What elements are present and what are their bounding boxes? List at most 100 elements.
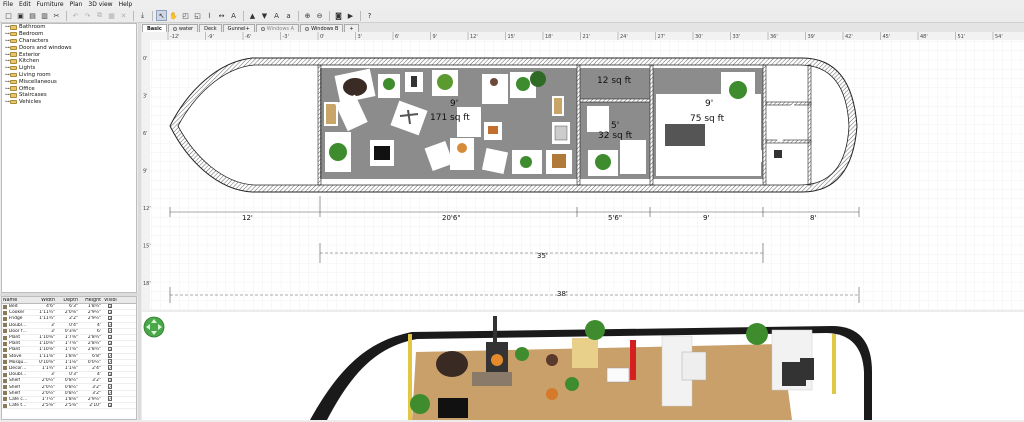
tab-water[interactable]: water: [167, 24, 199, 32]
visible-checkbox[interactable]: ✓: [107, 402, 113, 408]
sink[interactable]: [587, 106, 609, 132]
character[interactable]: [472, 372, 512, 386]
plant[interactable]: [515, 347, 529, 361]
menu-3d-view[interactable]: 3D view: [88, 1, 112, 8]
wall[interactable]: [649, 64, 654, 186]
visible-checkbox[interactable]: ✓: [107, 384, 113, 389]
catalog-category[interactable]: ⊶ Exterior: [2, 51, 136, 58]
zoom-in-icon[interactable]: ⊕: [302, 10, 313, 21]
3d-view[interactable]: [142, 312, 1024, 420]
tab-deck[interactable]: Deck: [199, 24, 222, 32]
wall[interactable]: [579, 98, 651, 103]
wall[interactable]: [576, 64, 581, 186]
visible-checkbox[interactable]: ✓: [107, 390, 113, 395]
column-header-name[interactable]: Name: [2, 298, 34, 303]
wall[interactable]: [765, 101, 812, 106]
increase-text-icon[interactable]: A: [271, 10, 282, 21]
vertical-splitter[interactable]: [138, 23, 141, 420]
tab-gunnel[interactable]: Gunnel+: [222, 24, 255, 32]
catalog-category[interactable]: ⊶ Bathroom: [2, 24, 136, 31]
create-video-icon[interactable]: ▶: [345, 10, 356, 21]
catalog-category[interactable]: ⊶ Miscellaneous: [2, 78, 136, 85]
add-level-button[interactable]: +: [344, 24, 359, 32]
cut-icon[interactable]: ✂: [51, 10, 62, 21]
visible-checkbox[interactable]: ✓: [107, 377, 113, 383]
visible-checkbox[interactable]: ✓: [107, 322, 113, 327]
create-rooms-icon[interactable]: ◱: [192, 10, 203, 21]
select-mode-icon[interactable]: ↖: [156, 10, 167, 21]
paste-icon[interactable]: ▦: [106, 10, 117, 21]
visible-checkbox[interactable]: ✓: [107, 396, 113, 401]
tab-windows-a[interactable]: Windows A: [255, 24, 300, 32]
visible-checkbox[interactable]: ✓: [107, 359, 113, 364]
copy-icon[interactable]: ⧉: [94, 10, 105, 21]
pan-mode-icon[interactable]: ✋: [168, 10, 179, 21]
delete-icon[interactable]: ✕: [118, 10, 129, 21]
cafe-table[interactable]: [546, 388, 558, 400]
menu-edit[interactable]: Edit: [19, 1, 31, 8]
shower[interactable]: [681, 351, 707, 381]
furniture-catalog-tree[interactable]: ⊶ Bathroom ⊶ Bedroom ⊶ Characters ⊶ Doors an…: [1, 23, 137, 293]
plant[interactable]: [565, 377, 579, 391]
visible-checkbox[interactable]: ✓: [107, 328, 113, 333]
chair[interactable]: [800, 358, 814, 380]
create-dimensions-icon[interactable]: ↔: [216, 10, 227, 21]
3d-canvas[interactable]: [142, 312, 1024, 420]
add-text-icon[interactable]: A: [228, 10, 239, 21]
save-as-icon[interactable]: ▥: [39, 10, 50, 21]
plan-canvas[interactable]: -12' -9' -6' -3' 0' 3' 6' 9' 12' 15' 18' 21' 24' 27' 3…: [142, 32, 1024, 310]
menu-plan[interactable]: Plan: [70, 1, 83, 8]
shower[interactable]: [620, 140, 646, 174]
column-header-depth[interactable]: Depth: [57, 298, 80, 303]
cafe-table[interactable]: [450, 138, 474, 170]
catalog-category[interactable]: ⊶ Living room: [2, 72, 136, 79]
visible-checkbox[interactable]: ✓: [107, 365, 113, 370]
column-header-visible[interactable]: Visible: [103, 298, 117, 303]
decrease-text-icon[interactable]: a: [283, 10, 294, 21]
armchair[interactable]: [436, 351, 468, 377]
visible-checkbox[interactable]: ✓: [107, 346, 113, 352]
open-icon[interactable]: ▣: [15, 10, 26, 21]
table-row[interactable]: Cafe t… 2'5⅜" 2'5⅜" 2'10" ✓: [2, 402, 136, 410]
plant[interactable]: [585, 320, 605, 340]
shelf[interactable]: [572, 338, 598, 368]
tab-windows-b[interactable]: Windows B: [300, 24, 344, 32]
text-italic-icon[interactable]: ▼: [259, 10, 270, 21]
plant[interactable]: [410, 394, 430, 414]
visible-checkbox[interactable]: ✓: [107, 353, 113, 358]
column-header-width[interactable]: Width: [34, 298, 57, 303]
new-home-icon[interactable]: □: [3, 10, 14, 21]
visible-checkbox[interactable]: ✓: [107, 340, 113, 346]
plant[interactable]: [746, 323, 768, 345]
visible-checkbox[interactable]: ✓: [107, 371, 113, 377]
wall[interactable]: [762, 64, 767, 186]
create-polylines-icon[interactable]: ⌇: [204, 10, 215, 21]
create-walls-icon[interactable]: ◰: [180, 10, 191, 21]
catalog-category[interactable]: ⊶ Lights: [2, 65, 136, 72]
cooker[interactable]: [606, 367, 630, 383]
tab-basic[interactable]: Basic: [142, 24, 167, 32]
furniture-table[interactable]: Name Width Depth Height Visible Bed 4'6" 6…: [1, 296, 137, 420]
navigation-arrows-icon[interactable]: [143, 316, 165, 338]
catalog-category[interactable]: ⊶ Doors and windows: [2, 44, 136, 51]
menu-file[interactable]: File: [3, 1, 13, 8]
character[interactable]: [546, 354, 558, 366]
catalog-category[interactable]: ⊶ Kitchen: [2, 58, 136, 65]
wall[interactable]: [317, 64, 322, 186]
catalog-category[interactable]: ⊶ Staircases: [2, 92, 136, 99]
desk[interactable]: [746, 150, 762, 162]
catalog-category[interactable]: ⊶ Bedroom: [2, 31, 136, 38]
visible-checkbox[interactable]: ✓: [107, 303, 113, 309]
visible-checkbox[interactable]: ✓: [107, 309, 113, 315]
text-bold-icon[interactable]: ▲: [247, 10, 258, 21]
column-header-height[interactable]: Height: [80, 298, 103, 303]
undo-icon[interactable]: ↶: [70, 10, 81, 21]
piano[interactable]: [438, 398, 468, 418]
help-icon[interactable]: ?: [364, 10, 375, 21]
zoom-out-icon[interactable]: ⊖: [314, 10, 325, 21]
plan-view[interactable]: -12' -9' -6' -3' 0' 3' 6' 9' 12' 15' 18' 21' 24' 27' 3…: [142, 32, 1024, 310]
redo-icon[interactable]: ↷: [82, 10, 93, 21]
add-furniture-icon[interactable]: ⤓: [137, 10, 148, 21]
menu-help[interactable]: Help: [119, 1, 133, 8]
catalog-category[interactable]: ⊶ Vehicles: [2, 99, 136, 106]
